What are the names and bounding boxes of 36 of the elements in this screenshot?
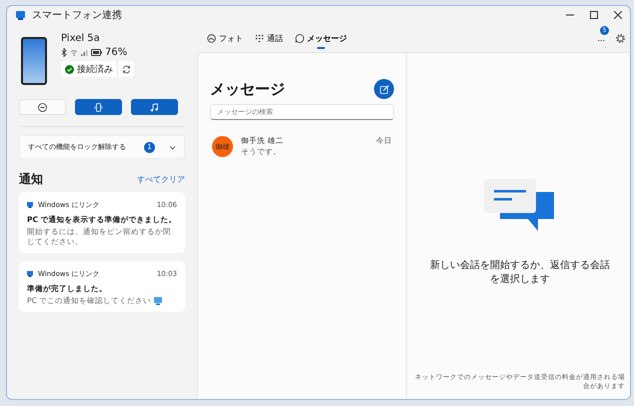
signal-icon xyxy=(81,49,88,56)
bluetooth-icon xyxy=(61,48,67,57)
new-message-button[interactable] xyxy=(374,79,394,99)
music-note-icon xyxy=(150,102,159,112)
battery-percentage: 76% xyxy=(105,47,128,58)
refresh-icon[interactable] xyxy=(122,64,130,74)
tab[interactable]: メッセージ xyxy=(295,28,347,48)
tab[interactable]: フォト xyxy=(207,28,243,48)
connection-status: 接続済み xyxy=(77,64,113,76)
section-title: 通知 xyxy=(19,171,43,188)
compose-icon xyxy=(380,84,388,94)
app-logo-icon xyxy=(27,202,33,208)
device-name: Pixel 5a xyxy=(61,33,101,44)
do-not-disturb-button[interactable] xyxy=(19,99,66,115)
minus-circle-icon xyxy=(38,102,47,112)
window-title: スマートフォン連携 xyxy=(32,8,122,22)
app-logo-icon xyxy=(27,271,33,277)
music-button[interactable] xyxy=(131,99,178,115)
monitor-icon xyxy=(154,297,162,305)
dialpad-icon xyxy=(255,34,264,42)
settings-icon[interactable] xyxy=(615,32,626,44)
maximize-icon xyxy=(590,11,598,19)
phone-audio-button[interactable] xyxy=(75,99,122,115)
chevron-down-icon[interactable] xyxy=(169,144,176,150)
phone-vibrate-icon xyxy=(94,102,103,112)
tab[interactable]: 通話 xyxy=(255,28,283,48)
panel-title: メッセージ xyxy=(210,80,285,98)
chat-bubble-icon xyxy=(295,34,304,42)
clear-all-link[interactable]: すべてクリア xyxy=(137,174,185,185)
close-icon xyxy=(614,11,622,19)
chat-bubbles-drawing xyxy=(484,179,556,233)
battery-icon xyxy=(91,49,102,56)
wifi-icon xyxy=(70,49,78,56)
phone-image xyxy=(21,37,47,85)
app-logo-icon xyxy=(15,10,26,20)
empty-state-message: 新しい会話を開始するか、返信する会話を選択します xyxy=(430,259,610,287)
